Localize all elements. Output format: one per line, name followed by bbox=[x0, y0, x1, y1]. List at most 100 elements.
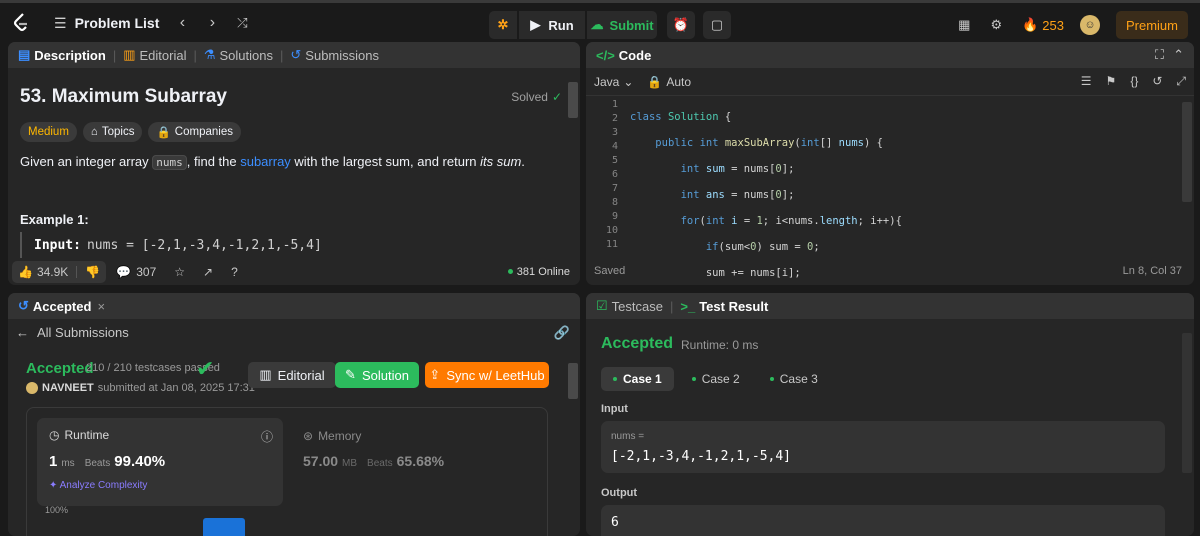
sparkle-icon: ✦ bbox=[49, 480, 60, 491]
topics-chip[interactable]: ⌂ Topics bbox=[82, 122, 143, 142]
distribution-bar[interactable] bbox=[203, 518, 245, 536]
debug-button[interactable]: ✲ bbox=[489, 11, 517, 39]
line-numbers: 1 2 3 4 5 6 7 8 9 10 11 bbox=[586, 98, 618, 252]
lock-icon: 🔒 bbox=[156, 127, 171, 139]
bug-icon: ✲ bbox=[497, 17, 509, 32]
shuffle-icon[interactable]: ⤮ bbox=[235, 15, 249, 31]
line-number: 4 bbox=[611, 141, 618, 152]
code-icon: </> bbox=[596, 47, 615, 63]
description-footer: 👍 34.9K 👎 💬 307 ☆ ↗ ? 381 Online bbox=[8, 258, 580, 285]
back-to-submissions[interactable]: ← All Submissions bbox=[16, 325, 129, 340]
tab-case-3[interactable]: Case 3 bbox=[758, 367, 830, 391]
comments-button[interactable]: 💬 307 bbox=[116, 265, 156, 279]
scrollbar[interactable] bbox=[568, 363, 578, 399]
close-icon[interactable]: × bbox=[97, 299, 105, 314]
chevron-up-icon[interactable]: ⌃ bbox=[1173, 47, 1184, 63]
tab-code[interactable]: </> Code bbox=[596, 48, 651, 63]
memory-card[interactable]: ⊛ Memory bbox=[303, 429, 361, 443]
tab-case-2[interactable]: Case 2 bbox=[680, 367, 752, 391]
tab-editorial[interactable]: ▥ Editorial bbox=[123, 47, 186, 63]
list-icon: ☰ bbox=[54, 14, 67, 31]
line-number: 1 bbox=[611, 99, 618, 110]
clock-icon: ◷ bbox=[49, 428, 60, 442]
edit-icon: ✎ bbox=[345, 367, 356, 382]
language-select[interactable]: Java ⌄ bbox=[594, 75, 633, 89]
comment-icon: 💬 bbox=[116, 264, 132, 279]
lock-icon: 🔒 bbox=[647, 74, 663, 89]
sync-leethub-button[interactable]: ⇪ Sync w/ LeetHub bbox=[425, 362, 549, 388]
share-icon[interactable]: ↗ bbox=[203, 265, 213, 279]
help-icon[interactable]: ? bbox=[231, 265, 238, 279]
code-editor[interactable]: class Solution { public int maxSubArray(… bbox=[630, 98, 902, 285]
leetcode-logo[interactable] bbox=[10, 12, 32, 34]
line-number: 3 bbox=[611, 127, 618, 138]
companies-chip[interactable]: 🔒 Companies bbox=[148, 122, 241, 142]
input-box: nums = [-2,1,-3,4,-1,2,1,-5,4] bbox=[601, 421, 1165, 473]
check-icon: ✔ bbox=[196, 356, 215, 381]
timer-button[interactable]: ⏰ bbox=[667, 11, 695, 39]
result-status: Accepted bbox=[601, 335, 674, 352]
auto-mode[interactable]: 🔒 Auto bbox=[647, 75, 691, 89]
tag-icon: ⌂ bbox=[90, 126, 98, 138]
problem-list-link[interactable]: Problem List bbox=[75, 15, 160, 31]
output-label: Output bbox=[601, 487, 638, 499]
description-panel: ▤ Description | ▥ Editorial | ⚗ Solutions |… bbox=[8, 42, 580, 285]
code-header: </> Code ⛶ ⌃ bbox=[586, 42, 1194, 68]
checkbox-icon: ☑ bbox=[596, 298, 608, 313]
case-tabs: Case 1 Case 2 Case 3 bbox=[601, 367, 830, 391]
tab-accepted[interactable]: ↺ Accepted bbox=[18, 298, 91, 314]
output-box: 6 bbox=[601, 505, 1165, 536]
editorial-button[interactable]: ▥ Editorial bbox=[248, 362, 336, 388]
info-icon[interactable]: ⓘ bbox=[261, 428, 273, 445]
example-input: Input: nums = [-2,1,-3,4,-1,2,1,-5,4] bbox=[20, 232, 322, 258]
thumbs-up-icon[interactable]: 👍 bbox=[18, 265, 33, 279]
premium-button[interactable]: Premium bbox=[1115, 11, 1188, 39]
solution-button[interactable]: ✎ Solution bbox=[335, 362, 419, 388]
format-icon[interactable]: ☰ bbox=[1081, 74, 1092, 89]
output-value: 6 bbox=[611, 515, 619, 530]
reset-icon[interactable]: ↺ bbox=[1152, 74, 1162, 89]
runtime-card[interactable]: ◷ Runtime ⓘ 1 ms Beats 99.40% ✦ Analyze Comp… bbox=[37, 418, 283, 506]
problem-title: 53. Maximum Subarray bbox=[20, 86, 227, 107]
next-problem-icon[interactable]: › bbox=[205, 14, 219, 32]
fullscreen-icon[interactable]: ⤢ bbox=[1176, 74, 1186, 89]
tab-test-result[interactable]: >_ Test Result bbox=[680, 299, 768, 314]
analyze-complexity-link[interactable]: ✦ Analyze Complexity bbox=[49, 480, 147, 491]
line-number: 9 bbox=[611, 211, 618, 222]
streak-counter[interactable]: 🔥 253 bbox=[1022, 17, 1064, 33]
braces-icon[interactable]: {} bbox=[1130, 74, 1138, 89]
submit-button[interactable]: ☁ Submit bbox=[587, 11, 657, 39]
expand-icon[interactable]: ⛶ bbox=[1155, 47, 1164, 63]
note-button[interactable]: ▢ bbox=[703, 11, 731, 39]
bookmark-icon[interactable]: ⚑ bbox=[1106, 74, 1117, 89]
prev-problem-icon[interactable]: ‹ bbox=[175, 14, 189, 32]
difficulty-badge[interactable]: Medium bbox=[20, 122, 77, 142]
solved-badge: Solved ✓ bbox=[511, 90, 562, 104]
gear-icon[interactable]: ⚙ bbox=[990, 17, 1002, 33]
scrollbar[interactable] bbox=[1182, 333, 1192, 473]
run-button[interactable]: ▶ Run bbox=[519, 11, 585, 39]
online-count: 381 Online bbox=[507, 266, 570, 278]
submission-status: Accepted bbox=[26, 360, 94, 377]
tab-case-1[interactable]: Case 1 bbox=[601, 367, 674, 391]
link-icon[interactable]: 🔗 bbox=[554, 325, 570, 341]
tab-description[interactable]: ▤ Description bbox=[18, 47, 106, 63]
scrollbar[interactable] bbox=[568, 82, 578, 118]
example-title: Example 1: bbox=[20, 212, 89, 227]
star-icon[interactable]: ☆ bbox=[174, 265, 185, 279]
alarm-icon: ⏰ bbox=[672, 17, 690, 32]
editor-scrollbar[interactable] bbox=[1182, 102, 1192, 202]
layout-grid-icon[interactable]: ▦ bbox=[958, 17, 970, 33]
upload-cloud-icon: ☁ bbox=[590, 17, 604, 32]
book-icon: ▥ bbox=[123, 47, 136, 62]
subarray-link[interactable]: subarray bbox=[240, 154, 291, 169]
thumbs-down-icon[interactable]: 👎 bbox=[85, 265, 100, 279]
avatar[interactable]: ☺ bbox=[1079, 15, 1100, 35]
code-panel: </> Code ⛶ ⌃ Java ⌄ 🔒 Auto ☰ ⚑ {} ↺ ⤢ 1 2 3 4 5… bbox=[586, 42, 1194, 285]
tab-testcase[interactable]: ☑ Testcase bbox=[596, 298, 663, 314]
tab-submissions[interactable]: ↺ Submissions bbox=[290, 47, 379, 63]
note-icon: ▢ bbox=[710, 17, 724, 32]
book-icon: ▥ bbox=[259, 367, 272, 382]
tab-solutions[interactable]: ⚗ Solutions bbox=[204, 47, 273, 63]
like-dislike[interactable]: 👍 34.9K 👎 bbox=[12, 260, 107, 283]
